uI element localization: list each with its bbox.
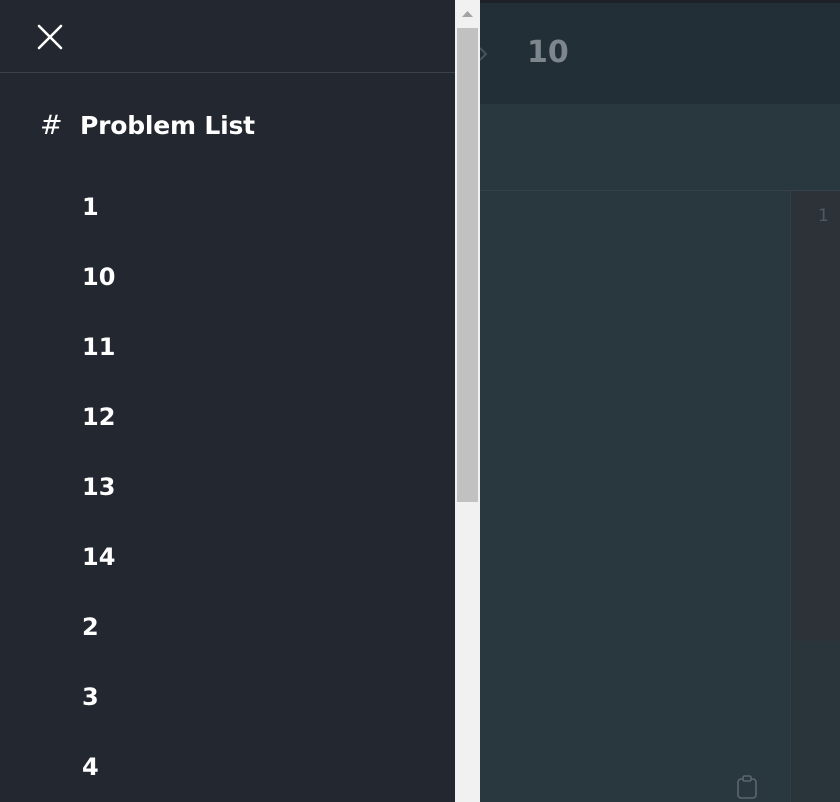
problem-list-item[interactable]: 2 (0, 592, 455, 662)
problem-item-label: 13 (82, 473, 116, 501)
problem-item-label: 4 (82, 753, 99, 781)
problem-list: 1 10 11 12 13 14 2 3 4 (0, 172, 455, 802)
editor-line-number: 1 (818, 206, 829, 226)
problem-list-item[interactable]: 10 (0, 242, 455, 312)
close-icon (37, 24, 63, 50)
code-editor[interactable] (791, 191, 840, 641)
problem-list-drawer: # Problem List 1 10 11 12 13 14 2 3 4 (0, 0, 455, 802)
scroll-up-arrow-icon[interactable] (455, 3, 480, 25)
hash-icon: # (40, 110, 63, 141)
problem-list-item[interactable]: 4 (0, 732, 455, 802)
problem-item-label: 10 (82, 263, 116, 291)
problem-item-label: 14 (82, 543, 116, 571)
editor-footer (791, 641, 840, 802)
clipboard-icon[interactable] (736, 775, 758, 799)
drawer-scrollbar[interactable] (455, 0, 480, 802)
problem-list-item[interactable]: 14 (0, 522, 455, 592)
problem-list-item[interactable]: 1 (0, 172, 455, 242)
problem-list-item[interactable]: 12 (0, 382, 455, 452)
problem-item-label: 11 (82, 333, 116, 361)
problem-list-item[interactable]: 3 (0, 662, 455, 732)
problem-item-label: 1 (82, 193, 99, 221)
problem-item-label: 12 (82, 403, 116, 431)
problem-list-item[interactable]: 11 (0, 312, 455, 382)
drawer-divider (0, 72, 455, 73)
problem-list-heading: # Problem List (40, 108, 255, 144)
app-root: 10 1 # Problem List 1 10 11 12 13 14 2 3… (0, 0, 840, 802)
breadcrumb-current: 10 (527, 35, 569, 70)
problem-item-label: 3 (82, 683, 99, 711)
problem-list-item[interactable]: 13 (0, 452, 455, 522)
close-button[interactable] (33, 20, 67, 54)
problem-item-label: 2 (82, 613, 99, 641)
problem-list-title: Problem List (80, 111, 255, 140)
scrollbar-thumb[interactable] (457, 28, 478, 502)
